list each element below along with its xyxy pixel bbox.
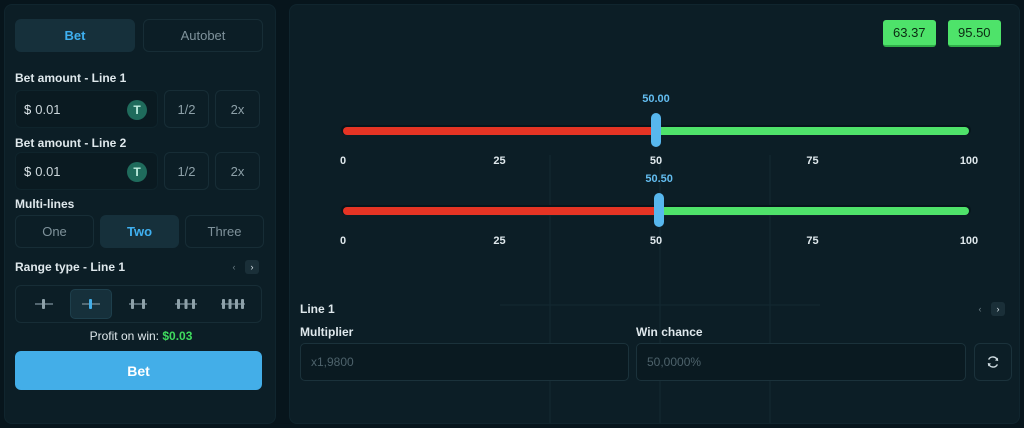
tick-label: 0 <box>339 235 347 247</box>
win-chance-field[interactable]: 50,0000% <box>636 343 966 381</box>
range-slider-line1[interactable]: 50.00 0 25 50 75 100 <box>340 93 978 173</box>
result-badge: 95.50 <box>948 20 1001 47</box>
refresh-button[interactable] <box>974 343 1012 381</box>
tether-icon: T <box>127 100 147 120</box>
win-chance-label: Win chance <box>636 325 703 339</box>
double-button-line2[interactable]: 2x <box>215 152 260 190</box>
chevron-right-icon[interactable]: › <box>245 260 259 274</box>
tether-icon: T <box>127 162 147 182</box>
slider-thumb[interactable] <box>654 193 665 227</box>
bet-amount-line2-label: Bet amount - Line 2 <box>15 136 127 150</box>
tick-label: 25 <box>493 235 506 247</box>
line-section-label: Line 1 <box>300 302 335 316</box>
slider-value-label: 50.50 <box>645 173 673 185</box>
range-slider-line2[interactable]: 50.50 0 25 50 75 100 <box>340 173 978 253</box>
profit-on-win: Profit on win: $0.03 <box>5 329 277 343</box>
multiline-three-button[interactable]: Three <box>185 215 264 248</box>
tick-label: 25 <box>493 155 506 167</box>
slider-value-label: 50.00 <box>642 93 670 105</box>
bet-panel: Bet Autobet Bet amount - Line 1 $ 0.01 T… <box>4 4 276 424</box>
range-option-5[interactable] <box>212 289 254 319</box>
profit-label: Profit on win: <box>89 329 159 343</box>
game-panel: 63.37 95.50 50.00 0 25 50 75 100 50.50 0… <box>289 4 1020 424</box>
multiplier-label: Multiplier <box>300 325 354 339</box>
bet-amount-line2-row: $ 0.01 T 1/2 2x <box>15 152 260 190</box>
chevron-left-icon[interactable]: ‹ <box>227 260 241 274</box>
tick-label: 75 <box>806 235 819 247</box>
multilines-label: Multi-lines <box>15 197 75 211</box>
result-badge: 63.37 <box>883 20 936 47</box>
refresh-icon <box>987 356 999 368</box>
range-option-4[interactable] <box>165 289 207 319</box>
tick-label: 100 <box>959 235 979 247</box>
half-button-line1[interactable]: 1/2 <box>164 90 209 128</box>
slider-thumb[interactable] <box>651 113 661 147</box>
range-single-icon <box>34 299 53 309</box>
multiline-two-button[interactable]: Two <box>100 215 179 248</box>
tab-bet[interactable]: Bet <box>15 19 135 52</box>
range-option-2[interactable] <box>70 289 113 319</box>
tick-label: 0 <box>339 155 347 167</box>
tick-label: 50 <box>649 155 663 167</box>
currency-symbol: $ <box>24 101 32 117</box>
range-triple-icon <box>174 299 197 309</box>
bet-amount-line1-input[interactable]: $ 0.01 T <box>15 90 158 128</box>
chevron-right-icon[interactable]: › <box>991 302 1005 316</box>
range-type-selector <box>15 285 262 323</box>
bet-button[interactable]: Bet <box>15 351 262 390</box>
multiplier-field[interactable]: x1,9800 <box>300 343 629 381</box>
chevron-left-icon[interactable]: ‹ <box>973 302 987 316</box>
range-type-label: Range type - Line 1 <box>15 260 126 274</box>
slider-loss-segment <box>343 207 660 215</box>
bet-amount-line1-value: 0.01 <box>35 101 61 117</box>
bet-amount-line2-value: 0.01 <box>35 163 61 179</box>
profit-amount: $0.03 <box>162 329 193 343</box>
currency-symbol: $ <box>24 163 32 179</box>
range-option-3[interactable] <box>117 289 159 319</box>
multiline-one-button[interactable]: One <box>15 215 94 248</box>
tab-autobet[interactable]: Autobet <box>143 19 263 52</box>
bet-amount-line1-row: $ 0.01 T 1/2 2x <box>15 90 260 128</box>
range-between-icon <box>129 299 148 309</box>
range-center-icon <box>82 299 101 309</box>
slider-loss-segment <box>343 127 656 135</box>
range-type-pager: ‹ › <box>227 260 259 274</box>
bet-amount-line1-label: Bet amount - Line 1 <box>15 71 127 85</box>
bet-tabs: Bet Autobet <box>15 19 263 52</box>
double-button-line1[interactable]: 2x <box>215 90 260 128</box>
tick-label: 100 <box>959 155 979 167</box>
half-button-line2[interactable]: 1/2 <box>164 152 209 190</box>
multilines-selector: One Two Three <box>15 215 264 248</box>
bet-amount-line2-input[interactable]: $ 0.01 T <box>15 152 158 190</box>
range-option-1[interactable] <box>23 289 65 319</box>
tick-label: 75 <box>806 155 819 167</box>
range-quad-icon <box>221 299 246 309</box>
slider-win-segment <box>656 127 969 135</box>
line-pager: ‹ › <box>973 302 1005 316</box>
tick-label: 50 <box>649 235 663 247</box>
slider-win-segment <box>659 207 969 215</box>
